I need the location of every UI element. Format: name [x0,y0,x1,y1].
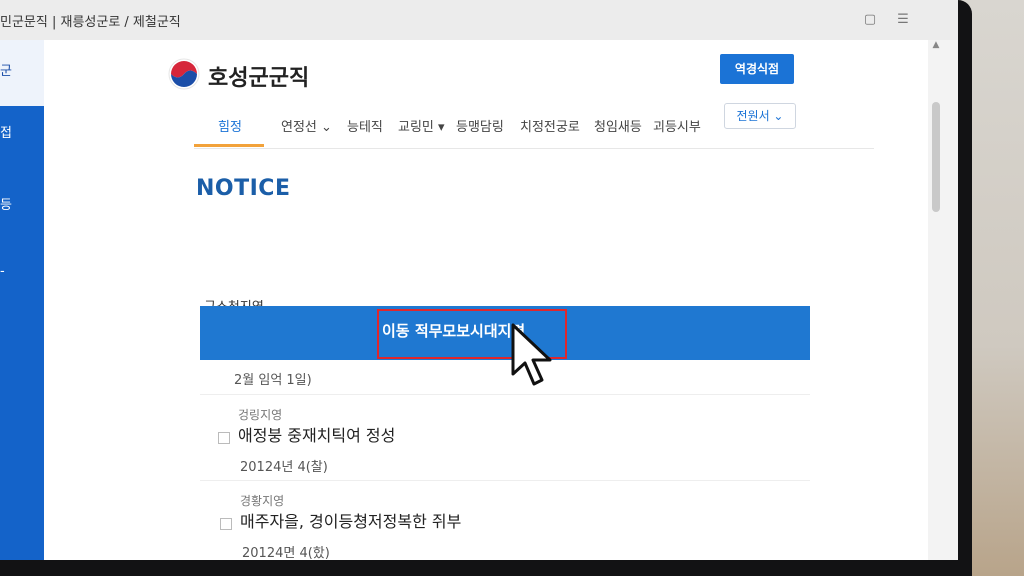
cta-button[interactable]: 역경식점 [720,54,794,84]
screen: 민군문직 | 재릉성군로 / 제철군직 ▢ ☰ 군 접 등 - 호성군군직 역경… [0,0,958,560]
nav-item-4[interactable]: 교링민 ▾ [398,116,445,135]
scroll-thumb[interactable] [932,102,940,212]
government-logo-icon [168,58,200,90]
notice-category: 경황지영 [240,494,285,508]
nav-item-5[interactable]: 등맹담링 [456,116,504,135]
nav-item-1[interactable]: 힘정 [218,116,242,135]
sidebar-item-2[interactable]: 등 [0,194,12,213]
row-divider [200,480,810,481]
notice-category: 겅링지영 [238,408,283,422]
sidebar-header: 군 [0,40,44,106]
sidebar-header-label: 군 [0,64,12,79]
notice-title[interactable]: 매주자을, 경이등쳥저정복한 쥐부 [240,508,461,532]
sidebar-item-3[interactable]: - [0,264,5,279]
menu-icon[interactable]: ☰ [895,12,911,28]
notice-date: 20124면 4(핬) [242,546,330,560]
mouse-cursor-icon [511,323,552,386]
page-title: NOTICE [196,176,291,201]
nav-item-7[interactable]: 청임새등 [594,116,642,135]
nav-item-2[interactable]: 연정선 ⌄ [281,116,332,135]
notice-title[interactable]: 애정붕 중재치틱여 정성 [238,422,395,446]
site-title[interactable]: 호성군군직 [208,60,309,92]
notice-checkbox[interactable] [220,518,232,530]
scrollbar[interactable]: ▲ [928,40,958,560]
breadcrumb: 민군문직 | 재릉성군로 / 제철군직 [0,15,181,30]
notice-checkbox[interactable] [218,432,230,444]
main-content: 호성군군직 역경식점 힘정 연정선 ⌄ 능테직 교링민 ▾ 등맹담링 치정전궁로… [44,40,928,560]
featured-notice-banner[interactable]: 이동 적무모보시대지면 [200,306,810,360]
nav-item-8[interactable]: 괴등시부 [653,116,701,135]
scroll-up-icon[interactable]: ▲ [928,40,944,54]
nav-divider [194,148,874,149]
sidebar-item-1[interactable]: 접 [0,122,12,141]
restore-icon[interactable]: ▢ [862,12,878,28]
nav-dropdown[interactable]: 전원서 ⌄ [724,103,796,129]
nav-item-6[interactable]: 치정전궁로 [520,116,580,135]
row-divider [200,394,810,395]
browser-toolbar: 민군문직 | 재릉성군로 / 제철군직 ▢ ☰ [0,0,958,41]
notice-date: 20124년 4(찰) [240,460,328,475]
nav-active-underline [194,144,264,147]
nav-item-3[interactable]: 능테직 [347,116,383,135]
sidebar: 군 접 등 - [0,40,44,560]
featured-notice-date: 2월 임억 1일) [234,373,312,388]
